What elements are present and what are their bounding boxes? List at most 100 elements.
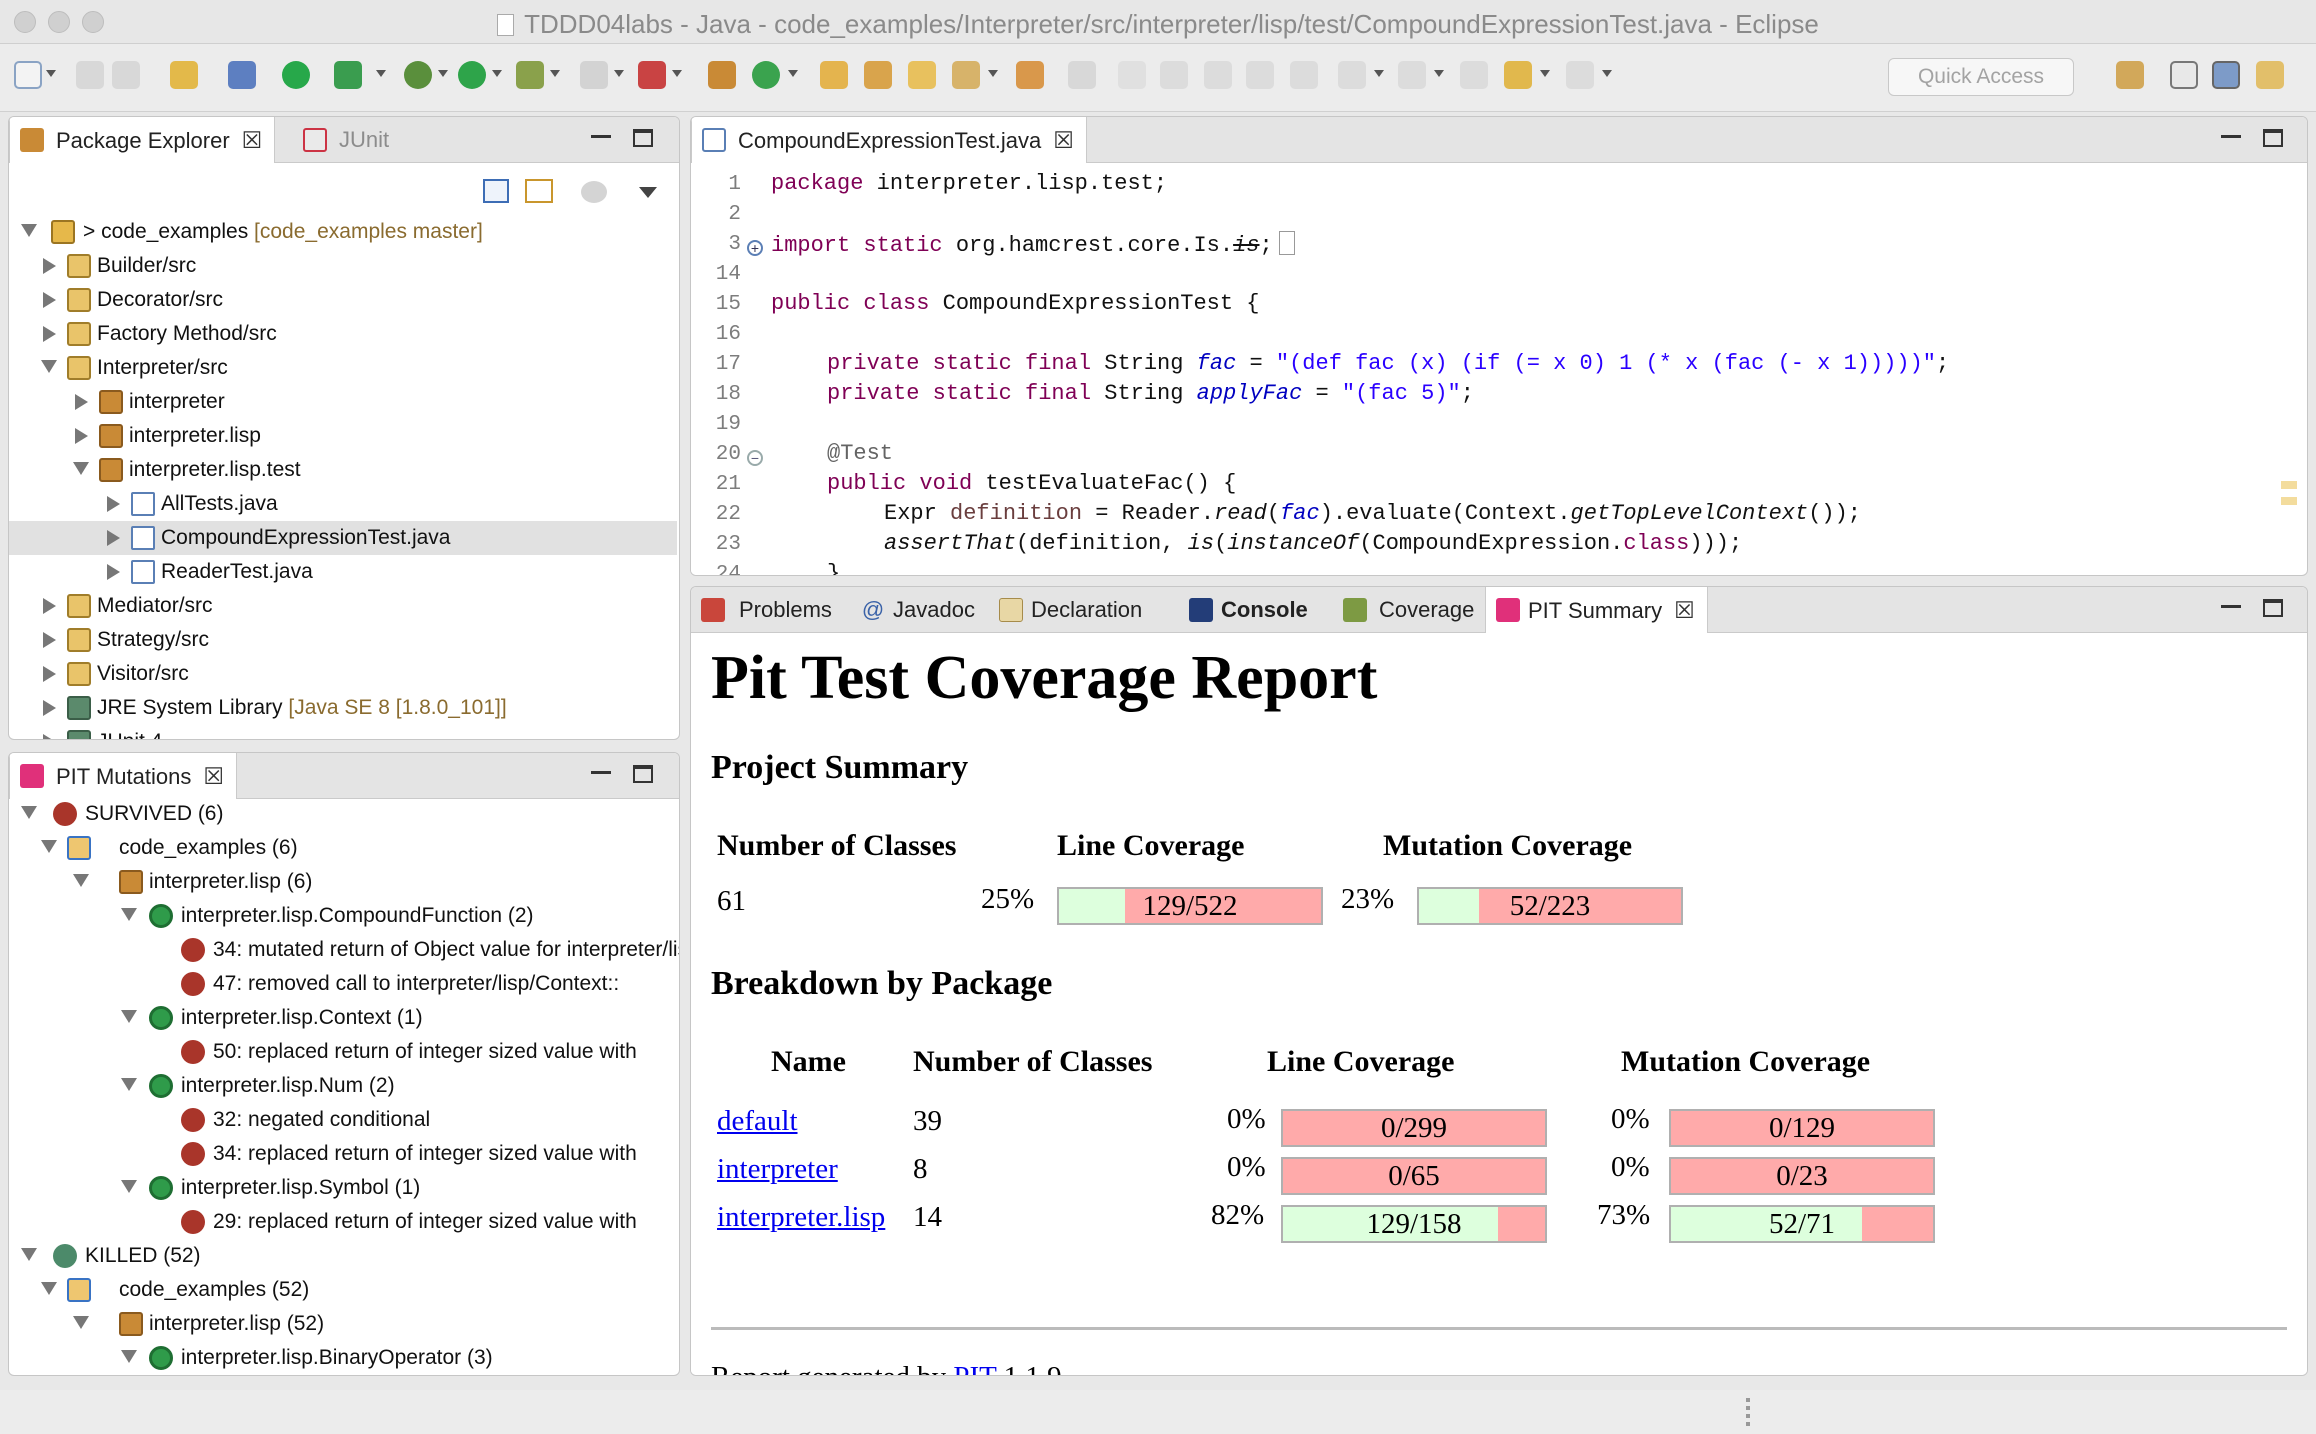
coverage-icon[interactable] xyxy=(516,61,544,89)
search-icon[interactable] xyxy=(952,61,980,89)
new-java-class-icon[interactable] xyxy=(752,61,780,89)
chevron-down-icon[interactable] xyxy=(1374,70,1384,77)
open-perspective-icon[interactable] xyxy=(1016,61,1044,89)
expand-arrow-icon[interactable] xyxy=(121,1010,137,1023)
tab-problems[interactable]: Problems xyxy=(691,587,844,633)
collapse-arrow-icon[interactable] xyxy=(43,326,56,342)
chevron-down-icon[interactable] xyxy=(550,70,560,77)
tree-item-survived[interactable]: SURVIVED (6) xyxy=(9,797,679,831)
stop-icon[interactable] xyxy=(580,61,608,89)
chevron-down-icon[interactable] xyxy=(672,70,682,77)
collapse-arrow-icon[interactable] xyxy=(43,292,56,308)
package-link-default[interactable]: default xyxy=(717,1105,798,1138)
close-icon[interactable]: ☒ xyxy=(242,117,263,163)
tree-item-junit4[interactable]: JUnit 4 xyxy=(9,725,679,739)
collapse-arrow-icon[interactable] xyxy=(107,496,120,512)
code-line[interactable]: @Test xyxy=(827,441,893,466)
expand-arrow-icon[interactable] xyxy=(73,1316,89,1329)
tree-item-interpreter-src[interactable]: Interpreter/src xyxy=(9,351,679,385)
tree-item-builder[interactable]: Builder/src xyxy=(9,249,679,283)
previous-annotation-icon[interactable] xyxy=(1398,61,1426,89)
tab-pit-mutations[interactable]: PIT Mutations ☒ xyxy=(9,753,237,799)
expand-arrow-icon[interactable] xyxy=(41,360,57,373)
external-tools-icon[interactable] xyxy=(638,61,666,89)
expand-arrow-icon[interactable] xyxy=(21,1248,37,1261)
new-wizard-icon[interactable] xyxy=(14,61,42,89)
run-last-tool-icon[interactable] xyxy=(334,61,362,89)
mutation-item[interactable]: 47: removed call to interpreter/lisp/Con… xyxy=(9,967,679,1001)
collapse-arrow-icon[interactable] xyxy=(43,258,56,274)
tree-item-compoundexpressiontest[interactable]: CompoundExpressionTest.java xyxy=(9,521,677,555)
block-selection-icon[interactable] xyxy=(1160,61,1188,89)
expand-arrow-icon[interactable] xyxy=(41,840,57,853)
filter-icon[interactable] xyxy=(581,181,607,203)
collapse-arrow-icon[interactable] xyxy=(107,530,120,546)
chevron-down-icon[interactable] xyxy=(438,70,448,77)
tree-item-jre-library[interactable]: JRE System Library [Java SE 8 [1.8.0_101… xyxy=(9,691,679,725)
collapse-arrow-icon[interactable] xyxy=(75,428,88,444)
code-line[interactable]: assertThat(definition, is(instanceOf(Com… xyxy=(884,531,1742,556)
close-icon[interactable]: ☒ xyxy=(1053,117,1074,163)
minimize-icon[interactable] xyxy=(2221,135,2241,138)
expand-arrow-icon[interactable] xyxy=(21,806,37,819)
skip-breakpoints-icon[interactable] xyxy=(228,61,256,89)
status-bar-handle[interactable] xyxy=(1746,1398,1750,1428)
back-arrow-icon[interactable] xyxy=(1504,61,1532,89)
minimize-icon[interactable] xyxy=(591,135,611,138)
last-edit-icon[interactable] xyxy=(1460,61,1488,89)
chevron-down-icon[interactable] xyxy=(46,70,56,77)
tree-item-interpreter-lisp[interactable]: interpreter.lisp (6) xyxy=(9,865,679,899)
code-line[interactable]: public void testEvaluateFac() { xyxy=(827,471,1236,496)
save-all-icon[interactable] xyxy=(112,61,140,89)
expand-arrow-icon[interactable] xyxy=(41,1282,57,1295)
tab-junit[interactable]: JUnit xyxy=(293,117,401,163)
chevron-down-icon[interactable] xyxy=(492,70,502,77)
expand-arrow-icon[interactable] xyxy=(121,908,137,921)
code-line[interactable]: import static org.hamcrest.core.Is.is; xyxy=(771,231,1295,258)
pit-link[interactable]: PIT xyxy=(953,1361,996,1375)
expand-arrow-icon[interactable] xyxy=(73,874,89,887)
chevron-down-icon[interactable] xyxy=(1540,70,1550,77)
expand-arrow-icon[interactable] xyxy=(121,1350,137,1363)
close-icon[interactable]: ☒ xyxy=(1674,587,1695,633)
word-wrap-icon[interactable] xyxy=(1204,61,1232,89)
open-type-icon[interactable] xyxy=(820,61,848,89)
code-line[interactable]: private static final String applyFac = "… xyxy=(827,381,1474,406)
collapse-arrow-icon[interactable] xyxy=(43,666,56,682)
chevron-down-icon[interactable] xyxy=(788,70,798,77)
minimize-icon[interactable] xyxy=(2221,605,2241,608)
expand-arrow-icon[interactable] xyxy=(121,1078,137,1091)
tree-item-readertest[interactable]: ReaderTest.java xyxy=(9,555,679,589)
code-line[interactable]: } xyxy=(827,561,840,575)
pilcrow-icon[interactable] xyxy=(1290,61,1318,89)
chevron-down-icon[interactable] xyxy=(614,70,624,77)
tab-console[interactable]: Console xyxy=(1179,587,1320,633)
link-with-editor-icon[interactable] xyxy=(525,179,553,203)
tab-declaration[interactable]: Declaration xyxy=(989,587,1154,633)
tree-item-code-examples[interactable]: code_examples (52) xyxy=(9,1273,679,1307)
code-line[interactable]: private static final String fac = "(def … xyxy=(827,351,1949,376)
tree-item-alltests[interactable]: AllTests.java xyxy=(9,487,679,521)
collapse-arrow-icon[interactable] xyxy=(43,632,56,648)
terminate-icon[interactable] xyxy=(282,61,310,89)
tree-item-strategy[interactable]: Strategy/src xyxy=(9,623,679,657)
tree-item-interpreter-lisp[interactable]: interpreter.lisp xyxy=(9,419,679,453)
tab-pit-summary[interactable]: PIT Summary ☒ xyxy=(1485,587,1708,633)
debug-perspective-icon[interactable] xyxy=(2256,61,2284,89)
java-ee-perspective-icon[interactable] xyxy=(2212,61,2240,89)
mark-occurrences-icon[interactable] xyxy=(1118,61,1146,89)
annotation-icon[interactable] xyxy=(1068,61,1096,89)
chevron-down-icon[interactable] xyxy=(376,70,386,77)
minimize-icon[interactable] xyxy=(591,771,611,774)
package-link-interpreter[interactable]: interpreter xyxy=(717,1153,838,1186)
tree-item-factory-method[interactable]: Factory Method/src xyxy=(9,317,679,351)
mutation-item[interactable]: 50: replaced return of integer sized val… xyxy=(9,1035,679,1069)
open-perspective-button-icon[interactable] xyxy=(2116,61,2144,89)
run-icon[interactable] xyxy=(458,61,486,89)
tab-coverage[interactable]: Coverage xyxy=(1333,587,1486,633)
collapse-arrow-icon[interactable] xyxy=(43,598,56,614)
quick-access-field[interactable]: Quick Access xyxy=(1888,58,2074,96)
tab-compoundexpressiontest[interactable]: CompoundExpressionTest.java ☒ xyxy=(691,117,1087,163)
overview-ruler-marker[interactable] xyxy=(2281,497,2297,505)
tree-item-code-examples[interactable]: code_examples (6) xyxy=(9,831,679,865)
